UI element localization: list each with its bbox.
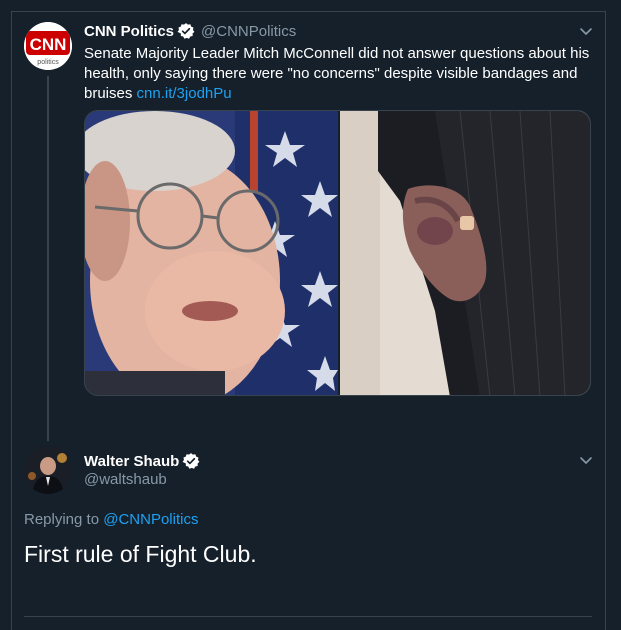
chevron-down-icon[interactable] xyxy=(577,451,595,469)
tweet-media-grid xyxy=(84,110,591,396)
cnn-politics-avatar[interactable]: CNN politics xyxy=(24,22,72,70)
frame-right-border xyxy=(605,11,606,630)
thread-connector-line xyxy=(47,76,49,441)
replying-prefix: Replying to xyxy=(24,511,104,528)
cnn-logo-text: CNN xyxy=(30,35,67,54)
frame-top-border xyxy=(11,11,606,12)
reply-tweet-text: First rule of Fight Club. xyxy=(24,541,257,567)
original-handle[interactable]: @CNNPolitics xyxy=(201,23,296,40)
portrait-photo xyxy=(85,111,338,395)
verified-badge-icon xyxy=(177,22,195,40)
chevron-down-icon[interactable] xyxy=(577,22,595,40)
media-image-right[interactable] xyxy=(340,111,590,395)
media-image-left[interactable] xyxy=(85,111,338,395)
replying-to-line: Replying to @CNNPolitics xyxy=(24,511,198,528)
original-tweet-header: CNN Politics @CNNPolitics xyxy=(84,22,296,40)
reply-display-name[interactable]: Walter Shaub xyxy=(84,453,179,470)
article-link[interactable]: cnn.it/3jodhPu xyxy=(137,85,232,102)
cnn-logo-sublabel: politics xyxy=(37,59,59,66)
walter-shaub-avatar[interactable] xyxy=(24,446,72,494)
reply-handle[interactable]: @waltshaub xyxy=(84,471,167,488)
frame-left-border xyxy=(11,11,12,630)
reply-tweet-header: Walter Shaub xyxy=(84,452,200,470)
replying-to-link[interactable]: @CNNPolitics xyxy=(103,511,198,528)
verified-badge-icon xyxy=(182,452,200,470)
original-display-name[interactable]: CNN Politics xyxy=(84,23,174,40)
reply-bottom-divider xyxy=(24,616,592,617)
original-tweet-text: Senate Majority Leader Mitch McConnell d… xyxy=(84,44,596,104)
bruised-hand-photo xyxy=(340,111,590,395)
